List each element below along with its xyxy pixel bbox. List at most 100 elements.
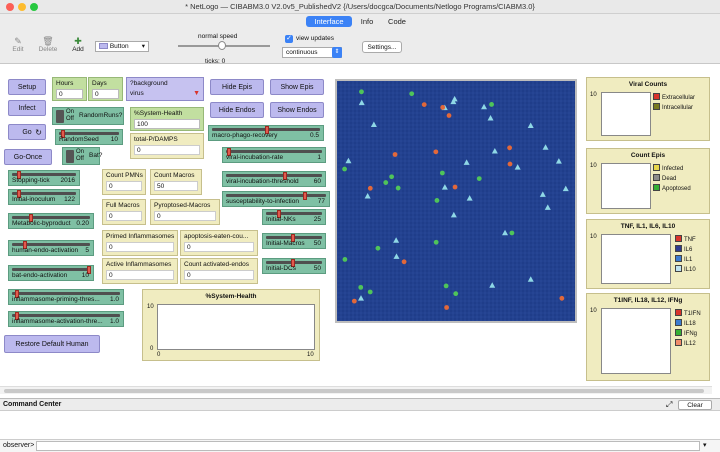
command-center-header: Command Center ⤢ Clear [0, 399, 720, 411]
plus-icon: ✚ [74, 36, 82, 46]
human-endo-activation-slider[interactable]: human-endo-activation 5 [8, 240, 94, 256]
restore-default-button[interactable]: Restore Default Human [4, 335, 100, 353]
viral-incubation-threshold-slider[interactable]: viral-incubation-threshold 60 [222, 171, 326, 187]
hide-endos-button[interactable]: Hide Endos [210, 102, 264, 118]
setup-button[interactable]: Setup [8, 79, 46, 95]
plot-area [157, 304, 315, 350]
window-title: * NetLogo — CIBABM3.0 V2.0v5_PublishedV2… [185, 2, 535, 11]
world-view[interactable] [335, 79, 577, 323]
chevron-down-icon: ▼ [193, 90, 200, 97]
initial-inoculum-slider[interactable]: Initial-inoculum 122 [8, 189, 80, 205]
settings-button[interactable]: Settings... [362, 41, 402, 53]
days-input[interactable]: Days 0 [88, 77, 123, 101]
bat-endo-activation-slider[interactable]: bat-endo-activation 10 [8, 265, 94, 281]
update-mode-select[interactable]: continuous ⇕ [282, 47, 342, 58]
full-macros-monitor: Full Macros 0 [102, 199, 146, 225]
minimize-window-icon[interactable] [18, 3, 26, 11]
plot-area [601, 308, 671, 374]
widget-type-select[interactable]: Button ▾ [95, 41, 149, 52]
command-input[interactable] [36, 441, 700, 451]
switch-toggle[interactable] [56, 110, 64, 123]
macro-phago-recovery-slider[interactable]: macro-phago-recovery 0.5 [208, 125, 324, 141]
initial-dcs-slider[interactable]: Initial-DCs 50 [262, 258, 326, 274]
legend-item: Apoptosed [653, 184, 691, 194]
virus-agent [375, 245, 381, 251]
world-canvas[interactable] [337, 81, 575, 321]
virus-agent [434, 198, 440, 203]
tab-interface[interactable]: Interface [306, 16, 352, 27]
delete-button[interactable]: 🗑 Delete [36, 36, 60, 53]
plot-area [601, 92, 651, 136]
inflammasome-activation-slider[interactable]: inflammasome-activation-thre... 1.0 [8, 311, 124, 327]
virus-agent [507, 145, 513, 151]
virus-agent [446, 113, 452, 118]
virus-agent [359, 89, 364, 95]
command-center: Command Center ⤢ Clear observer> ▾ [0, 398, 720, 452]
switch-toggle[interactable] [66, 150, 74, 163]
tab-info[interactable]: Info [354, 16, 380, 27]
add-button[interactable]: ✚ Add [68, 36, 88, 53]
zoom-window-icon[interactable] [30, 3, 38, 11]
virus-agent [367, 289, 373, 295]
inflammasome-priming-slider[interactable]: inflammasome-priming-thres... 1.0 [8, 289, 124, 305]
plot-area [601, 163, 651, 209]
infect-button[interactable]: Infect [8, 100, 46, 116]
horizontal-scrollbar[interactable] [0, 386, 712, 394]
plot-legend: T1IFN IL18 IFNg IL12 [675, 309, 701, 349]
view-updates-checkbox[interactable]: ✓ [285, 35, 293, 43]
viral-incubation-rate-slider[interactable]: viral-incubation-rate 1 [222, 147, 326, 163]
virus-agent [439, 170, 445, 176]
virus-agent [342, 257, 348, 262]
count-epis-plot: Count Epis 10 Infected Dead Apoptosed [586, 148, 710, 214]
virus-agent [444, 305, 450, 310]
show-endos-button[interactable]: Show Endos [270, 102, 324, 118]
edit-button[interactable]: ✎ Edit [8, 36, 28, 53]
virus-agent [383, 180, 389, 185]
chevron-down-icon[interactable]: ▾ [703, 441, 707, 449]
speed-label: normal speed [198, 33, 238, 40]
legend-item: IL6 [675, 245, 696, 255]
legend-item: IL12 [675, 339, 701, 349]
show-epis-button[interactable]: Show Epis [270, 79, 324, 95]
expand-icon[interactable]: ⤢ [666, 400, 672, 410]
legend-item: IFNg [675, 329, 701, 339]
virus-agent [509, 230, 515, 236]
count-activated-endos-monitor: Count activated-endos 0 [180, 258, 258, 284]
go-button[interactable]: Go ↻ [8, 124, 46, 140]
tab-code[interactable]: Code [382, 16, 412, 27]
active-inflammasomes-monitor: Active Inflammasomes 0 [102, 258, 178, 284]
initial-nks-slider[interactable]: Initial-NKs 25 [262, 209, 326, 225]
legend-item: TNF [675, 235, 696, 245]
hours-input[interactable]: Hours 0 [52, 77, 87, 101]
randomruns-switch[interactable]: On Off RandomRuns? [52, 107, 124, 125]
virus-agent [401, 259, 407, 265]
speed-slider-knob[interactable] [218, 41, 226, 50]
virus-agent [421, 102, 427, 107]
count-pmns-monitor: Count PMNs 0 [102, 169, 146, 195]
system-health-input[interactable]: %System-Health 100 [130, 107, 204, 131]
chevron-down-icon: ▾ [141, 43, 145, 50]
plot-area [601, 234, 671, 284]
virus-agent [395, 185, 401, 191]
apoptosis-eaten-monitor: apoptosis-eaten-cou... 0 [180, 230, 258, 256]
virus-agent [409, 91, 415, 97]
bat-switch[interactable]: On Off Bat? [62, 147, 102, 165]
command-input-row: observer> ▾ [0, 439, 720, 452]
hide-epis-button[interactable]: Hide Epis [210, 79, 264, 95]
go-once-button[interactable]: Go-Once [4, 149, 52, 165]
close-window-icon[interactable] [6, 3, 14, 11]
stopping-tick-slider[interactable]: Stopping-tick 2016 [8, 170, 80, 186]
virus-agent [389, 174, 395, 180]
scrollbar-thumb[interactable] [4, 389, 704, 393]
system-health-plot: %System-Health 10 0 0 10 [142, 289, 320, 361]
randomseed-slider[interactable]: RandomSeed 10 [55, 129, 123, 145]
background-chooser[interactable]: ?background virus ▼ [126, 77, 204, 101]
metabolic-byproduct-slider[interactable]: Metabolic-byproduct 0.20 [8, 213, 94, 229]
virus-agent [342, 166, 347, 172]
susceptability-slider[interactable]: susceptability-to-infection 77 [222, 191, 330, 207]
initial-macros-slider[interactable]: Initial-Macros 50 [262, 233, 326, 249]
command-output [0, 411, 720, 437]
clear-button[interactable]: Clear [678, 400, 712, 410]
cytokine-plot-2: T1INF, IL18, IL12, IFNg 10 T1IFN IL18 IF… [586, 293, 710, 381]
legend-item: IL1 [675, 255, 696, 265]
